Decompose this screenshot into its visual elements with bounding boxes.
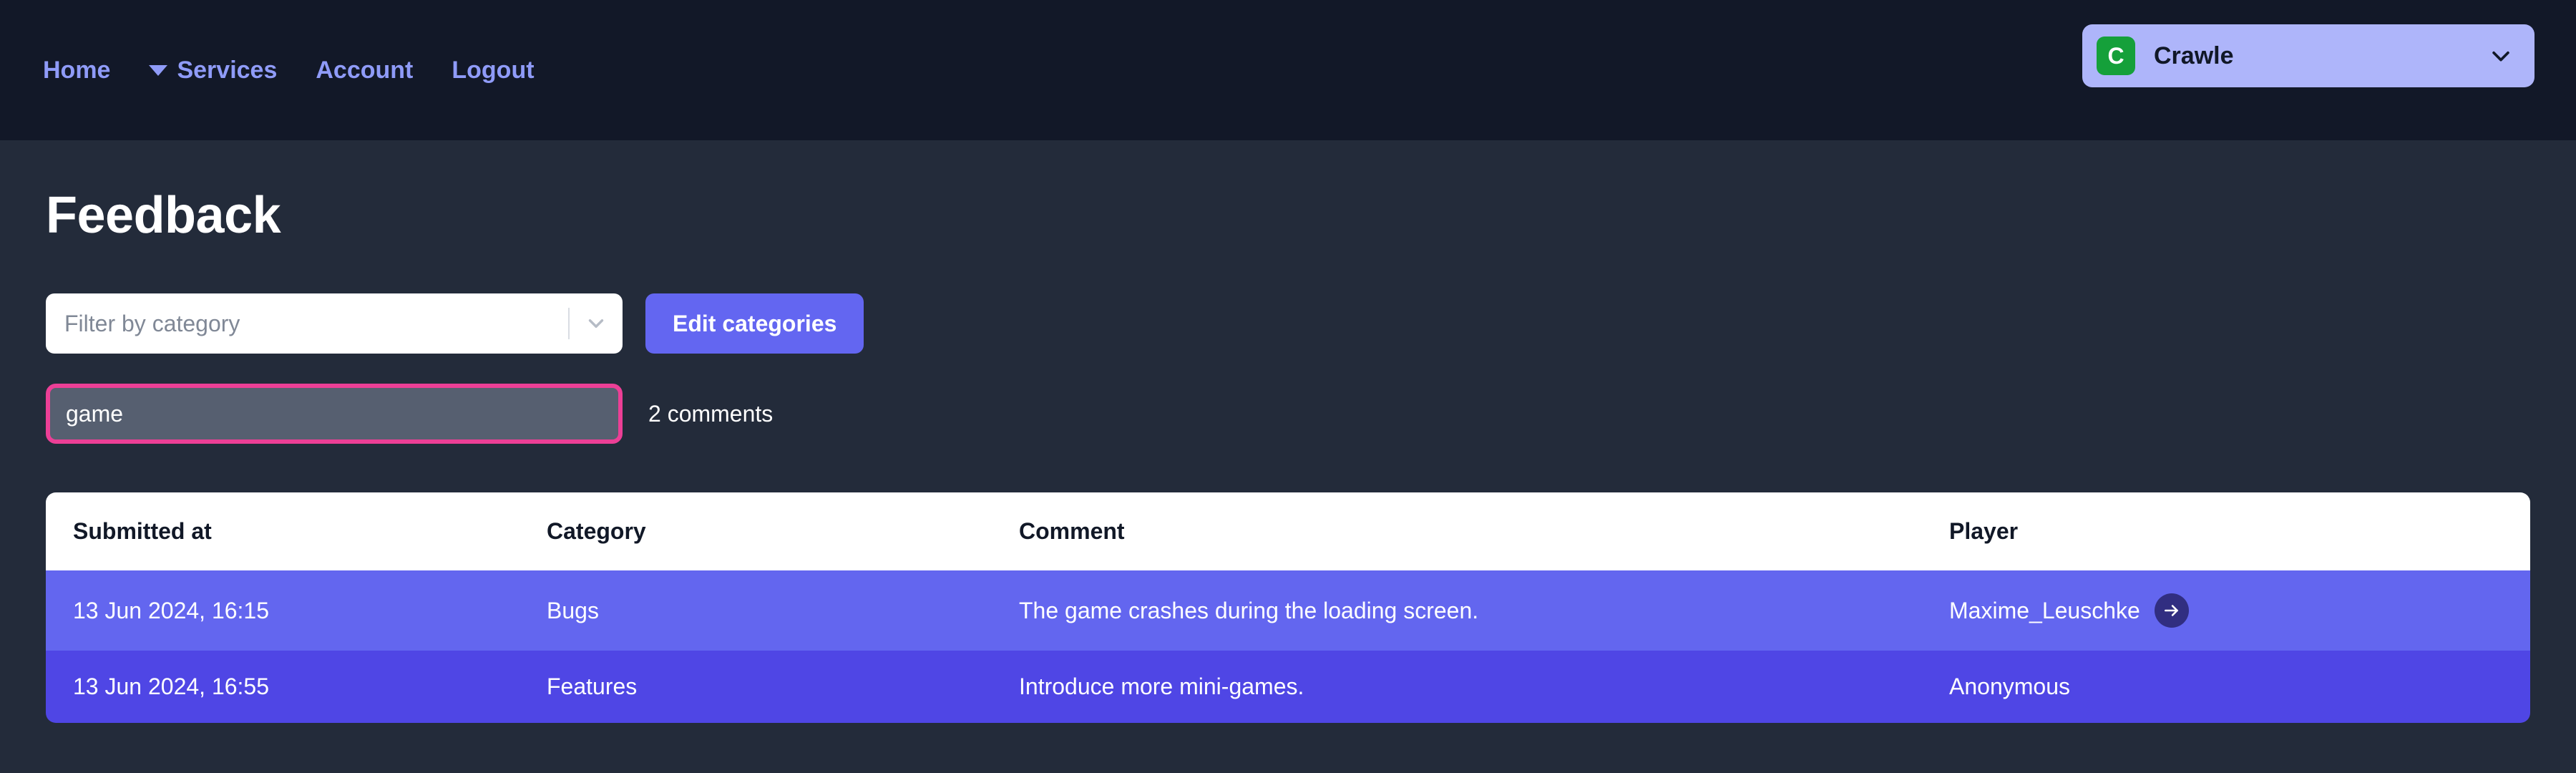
- filter-controls-row: Filter by category Edit categories: [46, 293, 2530, 354]
- table-row[interactable]: 13 Jun 2024, 16:55 Features Introduce mo…: [46, 651, 2530, 723]
- arrow-right-icon: [2164, 605, 2178, 616]
- feedback-table: Submitted at Category Comment Player 13 …: [46, 492, 2530, 723]
- column-header-player: Player: [1949, 518, 2019, 544]
- nav-link-services-label: Services: [177, 56, 278, 84]
- nav-link-logout-label: Logout: [452, 56, 535, 84]
- top-navbar: Home Services Account Logout C Crawle: [0, 0, 2576, 140]
- cell-category: Features: [547, 674, 638, 699]
- feedback-table-wrapper: Submitted at Category Comment Player 13 …: [46, 492, 2530, 723]
- avatar: C: [2097, 37, 2135, 75]
- chevron-down-icon: [588, 319, 604, 328]
- user-menu-dropdown[interactable]: C Crawle: [2082, 24, 2534, 87]
- nav-link-account[interactable]: Account: [316, 49, 413, 92]
- nav-link-home-label: Home: [43, 56, 111, 84]
- player-cell-content: Maxime_Leuschke: [1949, 593, 2530, 628]
- select-chevron-wrap[interactable]: [570, 311, 623, 336]
- nav-link-logout[interactable]: Logout: [452, 49, 534, 92]
- search-row: 2 comments: [46, 384, 2530, 444]
- table-header-row: Submitted at Category Comment Player: [46, 492, 2530, 570]
- player-name: Anonymous: [1949, 674, 2070, 699]
- player-name: Maxime_Leuschke: [1949, 597, 2140, 623]
- cell-player: Maxime_Leuschke: [1949, 570, 2530, 651]
- page-title: Feedback: [46, 187, 281, 244]
- chevron-down-icon: [2492, 51, 2509, 62]
- avatar-initial: C: [2107, 42, 2124, 69]
- player-cell-content: Anonymous: [1949, 674, 2530, 700]
- table-row[interactable]: 13 Jun 2024, 16:15 Bugs The game crashes…: [46, 570, 2530, 651]
- column-header-submitted-at: Submitted at: [73, 518, 212, 544]
- user-name-label: Crawle: [2154, 42, 2234, 69]
- cell-comment: Introduce more mini-games.: [1019, 674, 1304, 699]
- comment-count-label: 2 comments: [648, 400, 774, 427]
- table-body: 13 Jun 2024, 16:15 Bugs The game crashes…: [46, 570, 2530, 723]
- category-filter-select[interactable]: Filter by category: [46, 293, 623, 354]
- cell-comment: The game crashes during the loading scre…: [1019, 597, 1479, 623]
- cell-submitted-at: 13 Jun 2024, 16:55: [73, 674, 270, 699]
- nav-link-home[interactable]: Home: [43, 49, 110, 92]
- cell-player: Anonymous: [1949, 651, 2530, 723]
- column-header-comment: Comment: [1019, 518, 1125, 544]
- primary-nav: Home Services Account Logout: [43, 49, 535, 92]
- nav-link-services[interactable]: Services: [149, 49, 277, 92]
- main-content: Feedback Filter by category Edit categor…: [0, 186, 2576, 723]
- search-input[interactable]: [46, 384, 623, 444]
- category-filter-placeholder: Filter by category: [64, 310, 240, 336]
- table-head: Submitted at Category Comment Player: [46, 492, 2530, 570]
- edit-categories-button[interactable]: Edit categories: [645, 293, 864, 354]
- cell-category: Bugs: [547, 597, 599, 623]
- go-to-player-button[interactable]: [2154, 593, 2189, 628]
- caret-down-icon: [149, 64, 168, 76]
- column-header-category: Category: [547, 518, 646, 544]
- cell-submitted-at: 13 Jun 2024, 16:15: [73, 597, 270, 623]
- nav-link-account-label: Account: [316, 56, 414, 84]
